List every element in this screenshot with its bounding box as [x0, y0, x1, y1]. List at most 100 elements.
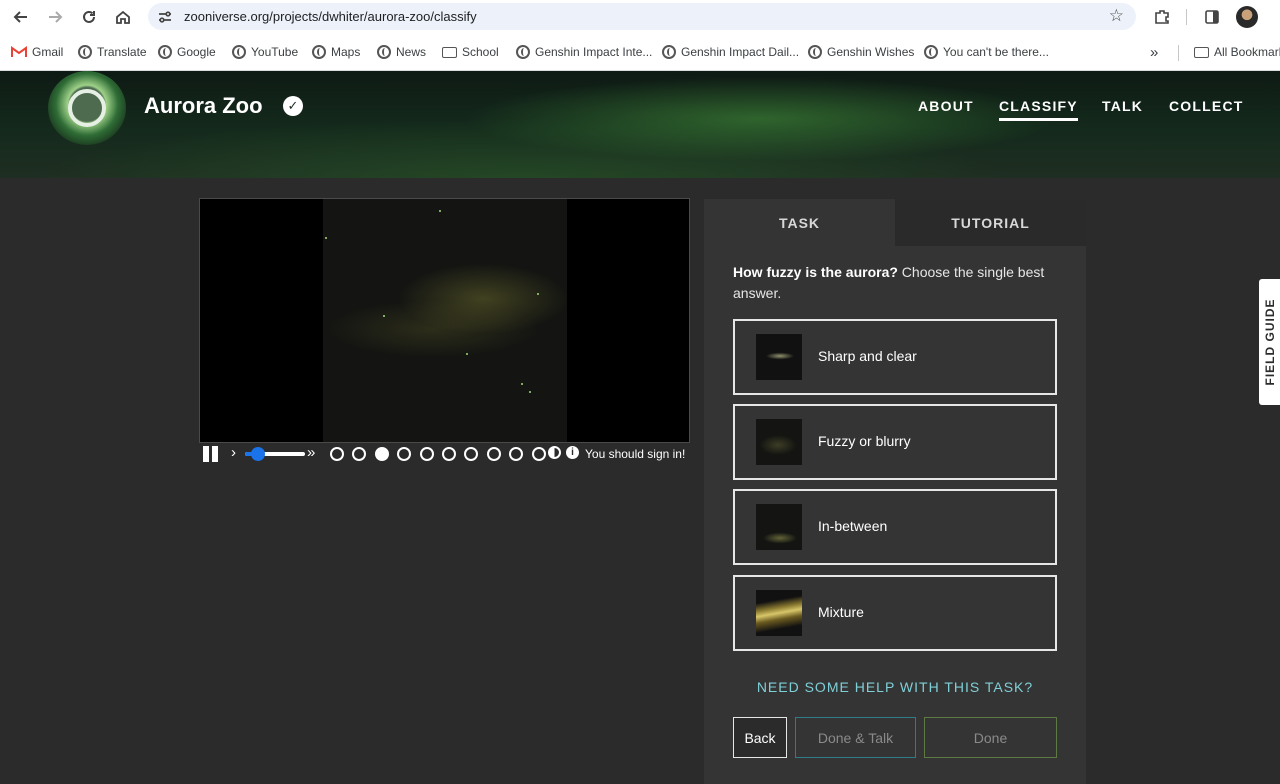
bookmark-label: You can't be there... — [943, 45, 1049, 59]
folder-icon — [442, 46, 457, 58]
bookmark-label: Genshin Wishes — [827, 45, 915, 59]
frame-dot-5[interactable] — [419, 447, 434, 461]
bookmark-youtube[interactable]: YouTube — [232, 42, 298, 62]
bookmark-google[interactable]: Google — [158, 42, 216, 62]
nav-about[interactable]: ABOUT — [918, 98, 974, 114]
bookmark-gmail[interactable]: Gmail — [11, 42, 63, 62]
project-header: Aurora Zoo ✓ ABOUT CLASSIFY TALK COLLECT — [0, 71, 1280, 178]
star-point — [537, 293, 539, 295]
bookmark-news[interactable]: News — [377, 42, 426, 62]
sign-in-message: You should sign in! — [585, 447, 686, 461]
frame-dot-10[interactable] — [531, 447, 546, 461]
done-and-talk-button[interactable]: Done & Talk — [795, 717, 916, 758]
side-panel-icon[interactable] — [1201, 6, 1223, 28]
verified-badge-icon: ✓ — [283, 96, 303, 116]
logo-ring — [68, 89, 106, 127]
answer-label: Mixture — [818, 604, 864, 620]
field-guide-tab[interactable]: FIELD GUIDE — [1259, 279, 1280, 405]
bookmark-folder-school[interactable]: School — [442, 42, 499, 62]
answer-thumbnail — [756, 334, 802, 380]
speed-slider-thumb[interactable] — [251, 447, 266, 461]
tab-tutorial[interactable]: TUTORIAL — [895, 199, 1086, 246]
bookmark-label: Maps — [331, 45, 361, 59]
star-point — [325, 237, 327, 239]
address-bar[interactable]: zooniverse.org/projects/dwhiter/aurora-z… — [148, 3, 1136, 30]
all-bookmarks[interactable]: All Bookmarks — [1194, 42, 1280, 62]
answer-sharp-and-clear[interactable]: Sharp and clear — [733, 319, 1057, 395]
task-question: How fuzzy is the aurora? Choose the sing… — [733, 262, 1063, 304]
bookmark-label: Genshin Impact Dail... — [681, 45, 800, 59]
bookmark-label: Google — [177, 45, 216, 59]
bookmark-genshin-daily[interactable]: Genshin Impact Dail... — [662, 42, 799, 62]
star-point — [439, 210, 441, 212]
bookmark-label: Genshin Impact Inte... — [535, 45, 653, 59]
globe-icon — [232, 45, 246, 59]
globe-icon — [662, 45, 676, 59]
star-icon[interactable]: ☆ — [1109, 6, 1124, 26]
globe-icon — [924, 45, 938, 59]
forward-icon[interactable] — [43, 5, 67, 29]
bookmarks-bar: Gmail Translate Google YouTube Maps News… — [0, 33, 1280, 71]
answer-label: Sharp and clear — [818, 348, 917, 364]
slower-chevron-icon[interactable]: › — [231, 444, 236, 461]
answer-mixture[interactable]: Mixture — [733, 575, 1057, 651]
answer-thumbnail — [756, 419, 802, 465]
frame-player: › » i You should sign in! — [199, 443, 691, 465]
frame-dot-1[interactable] — [330, 447, 344, 461]
bookmarks-overflow-icon[interactable]: » — [1150, 42, 1158, 62]
reload-icon[interactable] — [77, 5, 101, 29]
star-point — [521, 383, 523, 385]
bookmark-label: Gmail — [32, 45, 64, 59]
profile-avatar[interactable] — [1236, 6, 1258, 28]
question-bold: How fuzzy is the aurora? — [733, 264, 898, 280]
browser-toolbar: zooniverse.org/projects/dwhiter/aurora-z… — [0, 0, 1280, 33]
bookmark-translate[interactable]: Translate — [78, 42, 147, 62]
globe-icon — [808, 45, 822, 59]
frame-dot-9[interactable] — [509, 447, 524, 461]
project-avatar[interactable] — [48, 71, 126, 145]
bookmark-genshin-interactive[interactable]: Genshin Impact Inte... — [516, 42, 652, 62]
frame-dot-7[interactable] — [464, 447, 479, 461]
site-settings-icon[interactable] — [157, 9, 173, 25]
answer-fuzzy-or-blurry[interactable]: Fuzzy or blurry — [733, 404, 1057, 480]
subject-viewer[interactable] — [199, 198, 690, 443]
nav-collect[interactable]: COLLECT — [1169, 98, 1244, 114]
answer-thumbnail — [756, 590, 802, 636]
frame-dot-3[interactable] — [374, 447, 389, 461]
extensions-icon[interactable] — [1151, 6, 1173, 28]
answer-label: Fuzzy or blurry — [818, 433, 911, 449]
frame-dot-4[interactable] — [397, 447, 412, 461]
toolbar-divider — [1186, 9, 1187, 25]
answer-in-between[interactable]: In-between — [733, 489, 1057, 565]
frame-dot-2[interactable] — [352, 447, 367, 461]
globe-icon — [312, 45, 326, 59]
bookmark-label: School — [462, 45, 499, 59]
project-title[interactable]: Aurora Zoo — [144, 93, 263, 119]
nav-classify[interactable]: CLASSIFY — [999, 98, 1078, 121]
bookmarks-divider — [1178, 45, 1179, 61]
pause-icon[interactable] — [203, 446, 219, 462]
field-guide-label: FIELD GUIDE — [1262, 298, 1277, 386]
star-point — [529, 391, 531, 393]
info-icon[interactable]: i — [566, 446, 579, 459]
back-icon[interactable] — [9, 5, 33, 29]
globe-icon — [78, 45, 92, 59]
frame-dot-6[interactable] — [442, 447, 456, 461]
globe-icon — [158, 45, 172, 59]
star-point — [383, 315, 385, 317]
frame-dot-8[interactable] — [486, 447, 501, 461]
bookmark-label: YouTube — [251, 45, 299, 59]
tab-task[interactable]: TASK — [704, 199, 895, 246]
task-help-link[interactable]: NEED SOME HELP WITH THIS TASK? — [704, 679, 1086, 695]
back-button[interactable]: Back — [733, 717, 787, 758]
bookmark-you-cant-be-there[interactable]: You can't be there... — [924, 42, 1049, 62]
done-button[interactable]: Done — [924, 717, 1057, 758]
invert-contrast-icon[interactable] — [548, 446, 561, 459]
url-text[interactable]: zooniverse.org/projects/dwhiter/aurora-z… — [184, 9, 477, 24]
nav-talk[interactable]: TALK — [1102, 98, 1143, 114]
gmail-icon — [11, 46, 27, 57]
bookmark-genshin-wishes[interactable]: Genshin Wishes — [808, 42, 914, 62]
home-icon[interactable] — [111, 5, 135, 29]
faster-chevron-icon[interactable]: » — [307, 444, 315, 461]
bookmark-maps[interactable]: Maps — [312, 42, 360, 62]
